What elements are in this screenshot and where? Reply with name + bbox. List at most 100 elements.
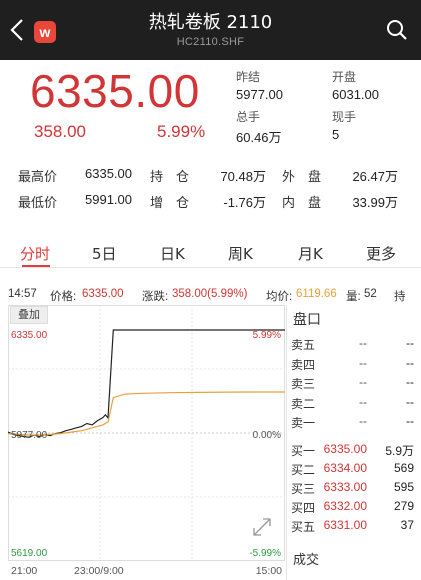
bid-row[interactable]: 买五 6331.00 37 xyxy=(287,517,421,535)
order-price: -- xyxy=(359,394,367,409)
tab-5day[interactable]: 5日 xyxy=(92,243,117,264)
order-level-label: 卖一 xyxy=(291,416,316,430)
order-price: 6331.00 xyxy=(323,518,367,532)
bid-row[interactable]: 买二 6334.00 569 xyxy=(287,460,421,478)
info-hold-label: 持 xyxy=(394,291,406,303)
order-quantity: -- xyxy=(406,375,414,389)
pct-label-top: 5.99% xyxy=(253,330,281,341)
order-level-label: 买二 xyxy=(291,463,316,477)
quote-summary: 6335.00 358.00 5.99% 昨结 5977.00 开盘 6031.… xyxy=(0,60,421,150)
active-tab-indicator xyxy=(22,265,50,267)
crosshair-info: 14:57 价格: 6335.00 涨跌: 358.00(5.99%) 均价: … xyxy=(0,286,421,304)
order-quantity: 5.9万 xyxy=(385,444,414,458)
volume-label: 总手 xyxy=(236,110,261,124)
price-change: 358.00 xyxy=(34,122,86,141)
order-price: -- xyxy=(359,375,367,389)
info-avg-label: 均价: xyxy=(266,291,293,303)
high-label: 最高价 xyxy=(18,170,58,185)
oi-change-label: 增 仓 xyxy=(150,196,190,211)
order-quantity: 569 xyxy=(393,461,414,475)
period-tabs: 分时 5日 日K 周K 月K 更多 xyxy=(0,238,421,268)
low-value: 5991.00 xyxy=(85,192,132,207)
tab-monthly-k[interactable]: 月K xyxy=(298,243,323,264)
order-level-label: 买三 xyxy=(291,482,316,496)
order-level-label: 买四 xyxy=(291,501,316,515)
current-volume-label: 现手 xyxy=(332,110,357,124)
tab-more[interactable]: 更多 xyxy=(366,243,396,264)
bid-row[interactable]: 买三 6333.00 595 xyxy=(287,479,421,497)
trades-tab[interactable]: 成交 xyxy=(293,549,319,568)
order-price: -- xyxy=(359,336,367,350)
outer-value: 26.47万 xyxy=(352,169,398,184)
tab-weekly-k[interactable]: 周K xyxy=(228,243,253,264)
search-button[interactable] xyxy=(385,18,409,42)
order-quantity: -- xyxy=(406,355,414,370)
info-avg: 6119.66 xyxy=(296,288,337,300)
last-price: 6335.00 xyxy=(30,65,200,117)
prev-close-value: 5977.00 xyxy=(236,87,283,102)
ask-row[interactable]: 卖三 -- -- xyxy=(287,374,421,392)
order-price: -- xyxy=(359,355,367,370)
page-title: 热轧卷板 2110 xyxy=(148,12,273,33)
volume-value: 60.46万 xyxy=(236,130,282,145)
outer-label: 外 盘 xyxy=(282,170,322,185)
y-label-mid: 5977.00 xyxy=(11,430,48,441)
order-price: 6335.00 xyxy=(323,442,367,456)
x-label-mid: 23:00/9:00 xyxy=(74,565,124,577)
bid-row[interactable]: 买四 6332.00 279 xyxy=(287,498,421,516)
order-level-label: 买一 xyxy=(291,444,316,458)
x-label-end: 15:00 xyxy=(256,565,282,577)
order-level-label: 买五 xyxy=(291,520,316,534)
info-qty: 52 xyxy=(364,288,377,300)
low-label: 最低价 xyxy=(18,196,58,211)
high-value: 6335.00 xyxy=(85,166,132,181)
info-qty-label: 量: xyxy=(346,291,361,303)
search-icon xyxy=(387,20,407,40)
order-quantity: 279 xyxy=(393,499,414,513)
open-label: 开盘 xyxy=(332,70,357,84)
contract-code: HC2110.SHF xyxy=(176,36,245,48)
x-label-start: 21:00 xyxy=(11,565,37,577)
tab-intraday[interactable]: 分时 xyxy=(20,243,50,264)
order-level-label: 卖三 xyxy=(291,377,316,391)
info-change: 358.00(5.99%) xyxy=(172,288,248,300)
tab-daily-k[interactable]: 日K xyxy=(160,243,185,264)
order-quantity: -- xyxy=(406,336,414,350)
order-quantity: 595 xyxy=(393,480,414,494)
order-quantity: -- xyxy=(406,394,414,409)
inner-value: 33.99万 xyxy=(352,195,398,210)
order-quantity: -- xyxy=(406,414,414,428)
open-interest-label: 持 仓 xyxy=(150,170,190,185)
order-level-label: 卖四 xyxy=(291,357,316,372)
pct-label-mid: 0.00% xyxy=(253,430,281,441)
order-price: -- xyxy=(359,414,367,428)
order-price: 6332.00 xyxy=(323,499,367,513)
stats-panel: 最高价 6335.00 持 仓 70.48万 外 盘 26.47万 最低价 59… xyxy=(0,160,421,214)
price-change-pct: 5.99% xyxy=(157,122,206,141)
ask-row[interactable]: 卖一 -- -- xyxy=(287,413,421,431)
order-level-label: 卖二 xyxy=(291,396,316,411)
overlay-button[interactable]: 叠加 xyxy=(10,306,48,324)
info-change-label: 涨跌: xyxy=(142,291,169,303)
order-book: 盘口 卖五 -- -- 卖四 -- -- 卖三 -- -- 卖二 -- -- 卖一 -- -- 买一 6335.… xyxy=(286,305,421,580)
info-time: 14:57 xyxy=(8,288,37,300)
order-level-label: 卖五 xyxy=(291,338,316,352)
inner-label: 内 盘 xyxy=(282,196,322,211)
intraday-chart[interactable]: 6335.00 5977.00 5619.00 5.99% 0.00% -5.9… xyxy=(8,305,285,580)
open-interest-value: 70.48万 xyxy=(220,169,266,184)
info-price: 6335.00 xyxy=(82,288,124,300)
order-price: 6333.00 xyxy=(323,480,367,494)
top-bar: w 热轧卷板 2110 HC2110.SHF xyxy=(0,0,421,60)
ask-row[interactable]: 卖五 -- -- xyxy=(287,335,421,353)
prev-close-label: 昨结 xyxy=(236,70,261,84)
ask-row[interactable]: 卖二 -- -- xyxy=(287,394,421,412)
order-quantity: 37 xyxy=(400,518,414,532)
pct-label-bottom: -5.99% xyxy=(249,548,281,559)
oi-change-value: -1.76万 xyxy=(223,195,266,210)
ask-row[interactable]: 卖四 -- -- xyxy=(287,355,421,373)
order-book-title: 盘口 xyxy=(293,312,321,328)
info-price-label: 价格: xyxy=(50,291,77,303)
current-volume-value: 5 xyxy=(332,127,340,142)
bid-row[interactable]: 买一 6335.00 5.9万 xyxy=(287,441,421,459)
order-price: 6334.00 xyxy=(323,461,367,475)
